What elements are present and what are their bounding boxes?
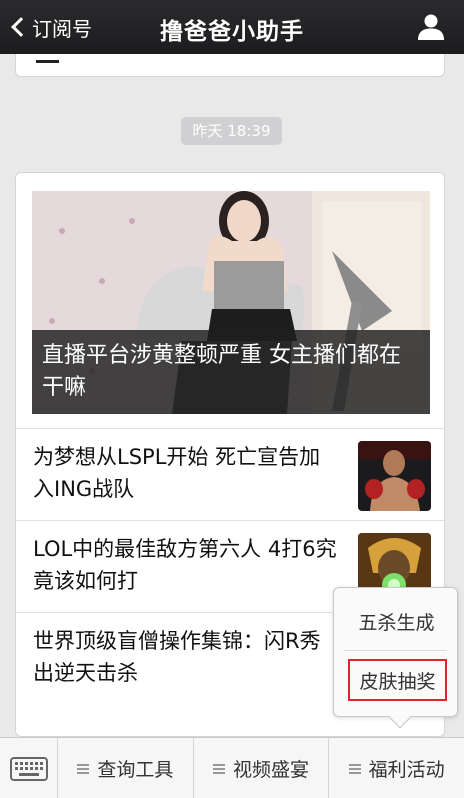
bottom-menu-bar: 查询工具 视频盛宴 福利活动 <box>0 737 464 798</box>
hero-article[interactable]: 直播平台涉黄整顿严重 女主播们都在干嘛 <box>32 191 430 414</box>
user-profile-icon[interactable] <box>416 12 446 42</box>
article-title: 为梦想从LSPL开始 死亡宣告加入ING战队 <box>33 445 321 501</box>
list-item[interactable]: 为梦想从LSPL开始 死亡宣告加入ING战队 <box>16 428 444 520</box>
page-title: 撸爸爸小助手 <box>160 19 304 45</box>
submenu-item-pentakill[interactable]: 五杀生成 <box>334 608 459 635</box>
menu-welfare-events[interactable]: 福利活动 <box>329 738 464 798</box>
timestamp-badge: 昨天 18:39 <box>181 117 282 145</box>
submenu-item-skin-lottery[interactable]: 皮肤抽奖 <box>348 659 447 701</box>
menu-lines-icon <box>348 763 361 774</box>
menu-video-feast[interactable]: 视频盛宴 <box>194 738 330 798</box>
submenu-popup: 五杀生成 皮肤抽奖 <box>333 587 459 729</box>
menu-label: 视频盛宴 <box>233 759 310 781</box>
keyboard-icon <box>10 757 48 781</box>
article-title: LOL中的最佳敌方第六人 4打6究竟该如何打 <box>33 537 337 593</box>
article-thumbnail <box>358 441 431 511</box>
hero-title: 直播平台涉黄整顿严重 女主播们都在干嘛 <box>32 330 430 414</box>
previous-message-card[interactable] <box>15 54 445 77</box>
menu-lines-icon <box>213 763 225 774</box>
menu-lines-icon <box>77 763 90 774</box>
menu-query-tools[interactable]: 查询工具 <box>58 738 194 798</box>
divider <box>36 60 59 63</box>
divider <box>344 650 447 651</box>
article-title: 世界顶级盲僧操作集锦：闪R秀出逆天击杀 <box>33 629 321 685</box>
menu-label: 查询工具 <box>97 759 174 781</box>
keyboard-toggle-button[interactable] <box>0 738 58 798</box>
nav-bar: 订阅号 撸爸爸小助手 <box>0 0 464 54</box>
menu-label: 福利活动 <box>368 759 445 781</box>
